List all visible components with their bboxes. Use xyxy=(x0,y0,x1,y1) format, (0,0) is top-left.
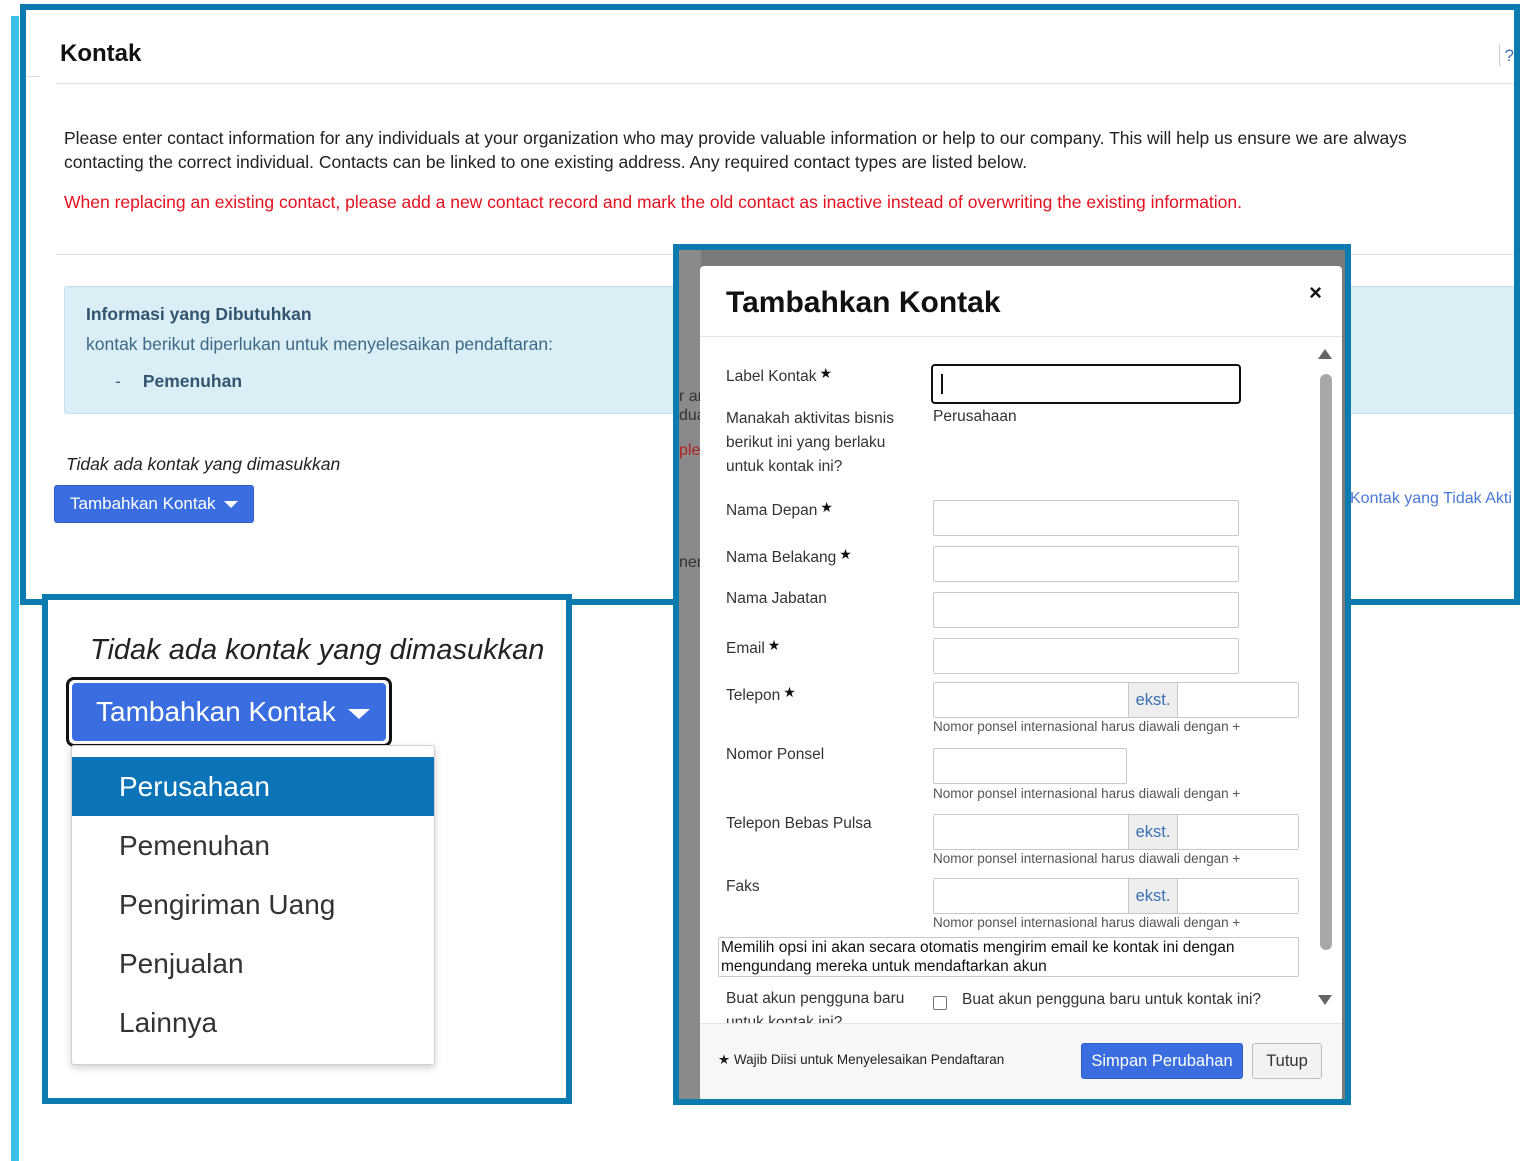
phone-ext-input[interactable] xyxy=(1178,683,1298,717)
background-text: dua xyxy=(679,407,701,424)
required-note-text: Wajib Diisi untuk Menyelesaikan Pendafta… xyxy=(733,1052,1005,1067)
fax-ext-input[interactable] xyxy=(1178,879,1298,913)
info-heading: Informasi yang Dibutuhkan xyxy=(86,304,312,324)
menu-item-lainnya[interactable]: Lainnya xyxy=(72,993,434,1052)
info-body: kontak berikut diperlukan untuk menyeles… xyxy=(86,334,553,354)
close-icon[interactable]: × xyxy=(1309,280,1322,306)
phone-label: Telepon ★ xyxy=(726,680,796,708)
toll-free-input-group: ekst. xyxy=(933,814,1299,850)
dash-marker: - xyxy=(115,371,121,391)
add-contact-button-label: Tambahkan Kontak xyxy=(70,494,216,513)
toll-free-hint: Nomor ponsel internasional harus diawali… xyxy=(933,851,1241,866)
email-input[interactable] xyxy=(933,638,1239,674)
phone-hint: Nomor ponsel internasional harus diawali… xyxy=(933,719,1241,734)
label-text: Nama Belakang xyxy=(726,549,837,566)
modal-panel: r ar dua ple ner Tambahkan Kontak × Labe… xyxy=(673,244,1351,1105)
ext-addon: ekst. xyxy=(1128,815,1178,849)
first-name-input[interactable] xyxy=(933,500,1239,536)
required-star-icon: ★ xyxy=(718,1052,731,1067)
label-text: Email xyxy=(726,640,765,657)
fax-hint: Nomor ponsel internasional harus diawali… xyxy=(933,915,1241,930)
new-account-checkbox[interactable] xyxy=(933,996,947,1010)
mobile-hint: Nomor ponsel internasional harus diawali… xyxy=(933,786,1241,801)
add-contact-button[interactable]: Tambahkan Kontak xyxy=(54,485,254,523)
label-text: Telepon xyxy=(726,687,781,704)
phone-input-group: ekst. xyxy=(933,682,1299,718)
background-text: r ar xyxy=(679,388,701,405)
accent-bar xyxy=(11,16,19,1161)
required-star-icon: ★ xyxy=(767,637,781,653)
fax-input[interactable] xyxy=(934,879,1128,913)
mobile-label: Nomor Ponsel xyxy=(726,746,825,763)
toll-free-ext-input[interactable] xyxy=(1178,815,1298,849)
help-icon[interactable]: ? xyxy=(1505,46,1514,66)
new-account-label: Buat akun pengguna baru untuk kontak ini… xyxy=(726,990,905,1023)
background-overlay xyxy=(679,250,701,1099)
menu-item-penjualan[interactable]: Penjualan xyxy=(72,934,434,993)
required-star-icon: ★ xyxy=(783,684,796,700)
required-contact-label: Pemenuhan xyxy=(142,371,243,391)
empty-contacts-text: Tidak ada kontak yang dimasukkan xyxy=(66,454,341,474)
modal-scrollbar[interactable] xyxy=(1314,337,1336,1023)
intro-text: Please enter contact information for any… xyxy=(64,128,1407,172)
new-account-checkbox-label[interactable]: Buat akun pengguna baru untuk kontak ini… xyxy=(962,991,1261,1009)
required-star-icon: ★ xyxy=(839,546,852,562)
save-button[interactable]: Simpan Perubahan xyxy=(1081,1043,1243,1079)
empty-contacts-text: Tidak ada kontak yang dimasukkan xyxy=(90,634,545,666)
required-note: ★ Wajib Diisi untuk Menyelesaikan Pendaf… xyxy=(718,1052,1004,1068)
warning-text: When replacing an existing contact, plea… xyxy=(64,192,1243,212)
divider xyxy=(56,83,1514,84)
scroll-up-icon[interactable] xyxy=(1318,349,1332,359)
scroll-down-icon[interactable] xyxy=(1318,995,1332,1005)
contact-type-menu: Perusahaan Pemenuhan Pengiriman Uang Pen… xyxy=(71,745,435,1065)
activity-label: Manakah aktivitas bisnis berikut ini yan… xyxy=(726,410,894,475)
label-kontak-input[interactable] xyxy=(931,364,1241,404)
required-star-icon: ★ xyxy=(820,499,833,515)
scroll-thumb[interactable] xyxy=(1320,374,1332,950)
background-text: ple xyxy=(679,442,701,459)
page-title: Kontak xyxy=(60,40,142,67)
ext-addon: ekst. xyxy=(1128,683,1178,717)
menu-item-pemenuhan[interactable]: Pemenuhan xyxy=(72,816,434,875)
last-name-label: Nama Belakang ★ xyxy=(726,542,852,570)
add-contact-button-face: Tambahkan Kontak xyxy=(72,683,386,741)
modal-title: Tambahkan Kontak xyxy=(726,286,1001,319)
last-name-input[interactable] xyxy=(933,546,1239,582)
close-button[interactable]: Tutup xyxy=(1252,1043,1322,1079)
add-contact-button-focused[interactable]: Tambahkan Kontak xyxy=(66,677,392,747)
divider xyxy=(1499,44,1500,66)
caret-down-icon xyxy=(223,500,238,508)
background-text: ner xyxy=(679,554,701,571)
job-title-label: Nama Jabatan xyxy=(726,590,827,607)
job-title-input[interactable] xyxy=(933,592,1239,628)
ext-addon: ekst. xyxy=(1128,879,1178,913)
required-contact-item: - Pemenuhan xyxy=(115,371,242,392)
add-contact-button-label: Tambahkan Kontak xyxy=(96,696,336,727)
label-kontak-label: Label Kontak ★ xyxy=(726,361,832,389)
menu-item-pengiriman-uang[interactable]: Pengiriman Uang xyxy=(72,875,434,934)
modal-footer: ★ Wajib Diisi untuk Menyelesaikan Pendaf… xyxy=(700,1023,1342,1099)
dropdown-zoom-panel: Tidak ada kontak yang dimasukkan Tambahk… xyxy=(42,594,572,1104)
inactive-contacts-link[interactable]: Kontak yang Tidak Akti xyxy=(1350,490,1512,508)
first-name-label: Nama Depan ★ xyxy=(726,495,833,523)
text-cursor xyxy=(941,374,943,394)
phone-input[interactable] xyxy=(934,683,1128,717)
new-account-tooltip: Memilih opsi ini akan secara otomatis me… xyxy=(718,937,1299,977)
mobile-input[interactable] xyxy=(933,748,1127,784)
modal-body: Label Kontak ★ Manakah aktivitas bisnis b… xyxy=(700,337,1342,1023)
fax-label: Faks xyxy=(726,878,760,895)
label-text: Nama Depan xyxy=(726,502,818,519)
toll-free-label: Telepon Bebas Pulsa xyxy=(726,815,872,832)
menu-item-perusahaan[interactable]: Perusahaan xyxy=(72,757,434,816)
required-star-icon: ★ xyxy=(819,365,833,381)
add-contact-modal: Tambahkan Kontak × Label Kontak ★ Manakah… xyxy=(700,266,1342,1099)
divider xyxy=(26,76,40,77)
email-label: Email ★ xyxy=(726,633,780,661)
toll-free-input[interactable] xyxy=(934,815,1128,849)
label-text: Label Kontak xyxy=(726,368,817,385)
caret-down-icon xyxy=(347,709,370,719)
activity-value: Perusahaan xyxy=(933,408,1017,425)
fax-input-group: ekst. xyxy=(933,878,1299,914)
